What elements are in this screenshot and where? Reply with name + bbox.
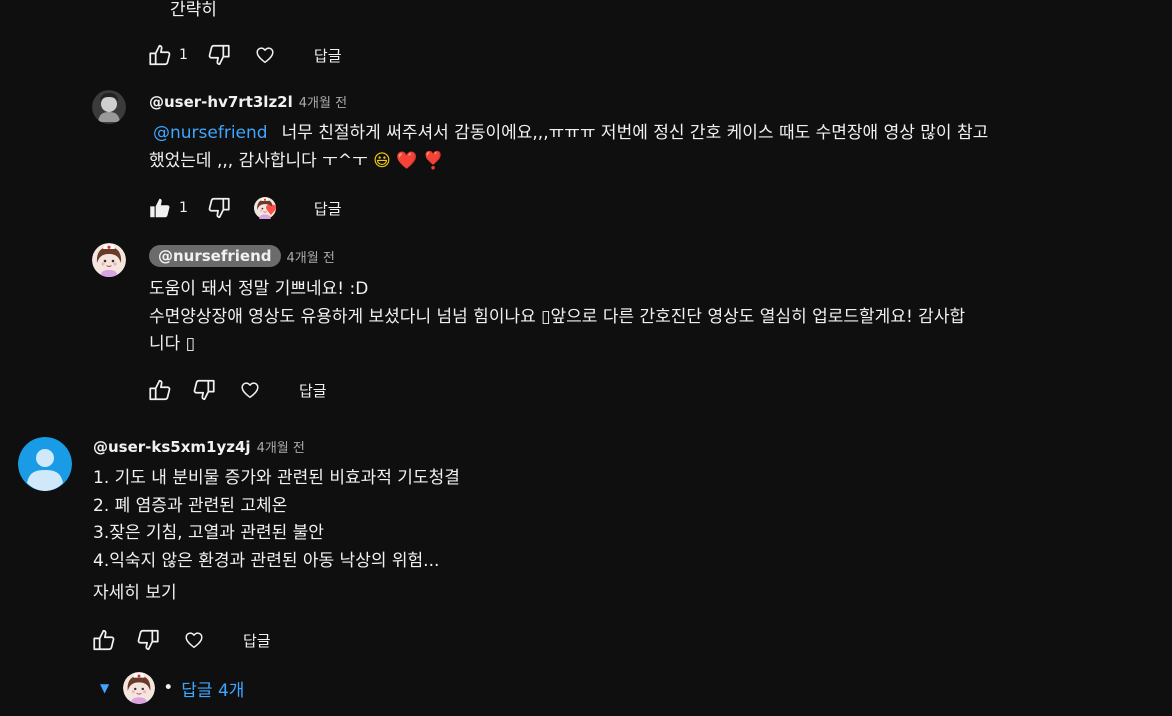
timestamp[interactable]: 4개월 전 — [299, 92, 347, 111]
timestamp[interactable]: 4개월 전 — [257, 437, 305, 456]
like-count: 1 — [179, 47, 188, 63]
thumbs-down-icon — [206, 42, 232, 68]
bullet-separator: • — [163, 678, 174, 698]
comment-text-line2: 했었는데 ,,, 감사합니다 ㅜ^ㅜ 😃 ❤️ ❣️ — [149, 148, 444, 175]
comment-line: 했었는데 ,,, 감사합니다 ㅜ^ㅜ — [149, 151, 374, 171]
heart-icon — [183, 629, 205, 651]
comment-line: 니다 ▯ — [149, 334, 196, 354]
dislike-button[interactable] — [204, 193, 234, 223]
chevron-down-icon: ▼ — [100, 681, 110, 695]
like-button[interactable] — [145, 40, 175, 70]
replier-avatar — [123, 672, 155, 704]
heart-button[interactable] — [250, 40, 280, 70]
thumbs-down-icon — [206, 195, 232, 221]
nurse-avatar-icon — [92, 243, 126, 277]
like-count: 1 — [179, 200, 188, 216]
reply-button[interactable]: 답글 — [243, 630, 271, 651]
timestamp[interactable]: 4개월 전 — [287, 247, 335, 266]
comment-line: 도움이 돼서 정말 기쁘네요! :D — [149, 279, 369, 299]
smile-emoji: 😃 — [373, 151, 391, 171]
avatar-image — [92, 90, 126, 124]
heart-icon — [254, 44, 276, 66]
reply-header: @user-hv7rt3lz2l 4개월 전 — [149, 92, 347, 111]
heart-icon: ♥ — [264, 203, 278, 219]
like-button[interactable] — [145, 193, 175, 223]
thumbs-up-icon — [147, 42, 173, 68]
reply-button[interactable]: 답글 — [314, 45, 342, 66]
like-button[interactable] — [89, 625, 119, 655]
heart-button[interactable] — [235, 375, 265, 405]
comment-line: 너무 친절하게 써주셔서 감동이에요,,,ㅠㅠㅠ 저번에 정신 간호 케이스 때… — [281, 123, 989, 143]
dislike-button[interactable] — [204, 40, 234, 70]
thumbs-up-filled-icon — [147, 195, 173, 221]
comment-header: @user-ks5xm1yz4j 4개월 전 — [93, 437, 305, 456]
avatar[interactable] — [92, 90, 126, 124]
heart-emoji: ❤️ — [396, 151, 418, 171]
replies-count: 답글 4개 — [181, 680, 245, 701]
default-user-icon — [18, 437, 72, 491]
comment-line: 3.잦은 기침, 고열과 관련된 불안 — [93, 523, 324, 543]
dislike-button[interactable] — [133, 625, 163, 655]
comment-line: 4.익숙지 않은 환경과 관련된 아동 낙상의 위험... — [93, 551, 440, 571]
comment-text: @nursefriend 너무 친절하게 써주셔서 감동이에요,,,ㅠㅠㅠ 저번에… — [149, 120, 988, 147]
comment-line: 수면양상장애 영상도 유용하게 보셨다니 넘넘 힘이나요 ▯앞으로 다른 간호진… — [149, 307, 966, 327]
heart-exclamation-emoji: ❣️ — [422, 151, 445, 171]
heart-icon — [239, 379, 261, 401]
heart-button[interactable] — [179, 625, 209, 655]
thumbs-down-icon — [191, 377, 217, 403]
avatar[interactable] — [18, 437, 72, 491]
nurse-avatar-icon — [123, 672, 155, 704]
creator-heart-badge[interactable]: ♥ — [250, 193, 280, 223]
comment-actions: 1 답글 — [145, 40, 342, 70]
comment-actions: 답글 — [89, 625, 271, 655]
thumbs-up-icon — [91, 627, 117, 653]
like-button[interactable] — [145, 375, 175, 405]
reply-actions: 1 ♥ 답글 — [145, 193, 342, 223]
dislike-button[interactable] — [189, 375, 219, 405]
author-name[interactable]: @user-ks5xm1yz4j — [93, 438, 251, 456]
thumbs-down-icon — [135, 627, 161, 653]
creator-badge-author[interactable]: @nursefriend — [149, 245, 281, 267]
reply-actions: 답글 — [145, 375, 327, 405]
author-name[interactable]: @user-hv7rt3lz2l — [149, 93, 293, 111]
read-more-link[interactable]: 자세히 보기 — [93, 580, 177, 607]
thumbs-up-icon — [147, 377, 173, 403]
mention-link[interactable]: @nursefriend — [153, 123, 268, 143]
comment-line: 2. 폐 염증과 관련된 고체온 — [93, 496, 288, 516]
show-less-link[interactable]: 간략히 — [170, 0, 217, 24]
reply-button[interactable]: 답글 — [299, 380, 327, 401]
reply-button[interactable]: 답글 — [314, 198, 342, 219]
reply-header: @nursefriend 4개월 전 — [149, 245, 335, 267]
view-replies-button[interactable]: ▼ • 답글 4개 — [100, 672, 244, 704]
avatar[interactable] — [92, 243, 126, 277]
comment-line: 1. 기도 내 분비물 증가와 관련된 비효과적 기도청결 — [93, 468, 460, 488]
